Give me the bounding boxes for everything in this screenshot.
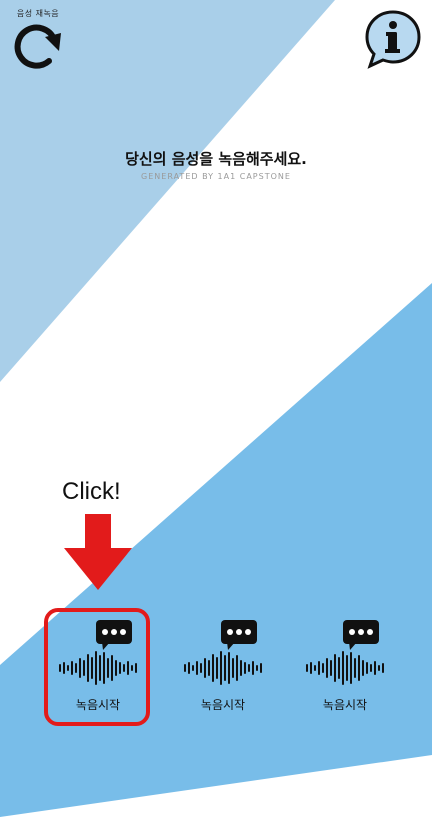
click-hint-label: Click!	[62, 478, 121, 505]
voice-waveform-chat-icon	[184, 620, 262, 685]
rerecord-label: 음성 재녹음	[16, 9, 60, 18]
record-start-button-3[interactable]: 녹음시작	[293, 612, 397, 716]
rerecord-button[interactable]: 음성 재녹음	[6, 8, 70, 80]
record-start-button-2[interactable]: 녹음시작	[171, 612, 275, 716]
down-arrow-icon	[64, 514, 132, 590]
refresh-arrow-icon	[14, 24, 61, 69]
headline: 당신의 음성을 녹음해주세요. GENERATED BY 1A1 CAPSTON…	[0, 148, 432, 181]
info-button[interactable]	[362, 8, 424, 70]
record-start-label: 녹음시작	[200, 698, 246, 712]
highlight-frame	[44, 608, 150, 726]
page-title: 당신의 음성을 녹음해주세요.	[125, 150, 307, 168]
record-start-label: 녹음시작	[322, 698, 368, 712]
voice-waveform-chat-icon	[306, 620, 384, 685]
info-speech-bubble-icon	[365, 10, 421, 69]
page-subtitle: GENERATED BY 1A1 CAPSTONE	[141, 172, 291, 181]
